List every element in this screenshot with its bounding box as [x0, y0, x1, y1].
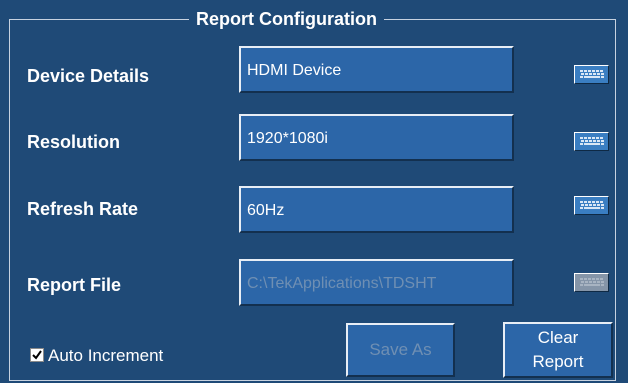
- panel-title: Report Configuration: [189, 6, 384, 32]
- keyboard-icon: [579, 136, 606, 147]
- refresh-rate-keyboard-button[interactable]: [574, 196, 609, 215]
- auto-increment-checkbox[interactable]: [30, 348, 44, 362]
- clear-report-button[interactable]: Clear Report: [503, 322, 613, 378]
- refresh-rate-label: Refresh Rate: [27, 199, 139, 219]
- clear-report-line1: Clear: [537, 328, 579, 347]
- keyboard-icon: [579, 200, 606, 211]
- keyboard-icon: [579, 69, 606, 80]
- refresh-rate-field[interactable]: 60Hz: [239, 186, 514, 233]
- device-details-keyboard-button[interactable]: [574, 65, 609, 84]
- keyboard-icon: [579, 277, 606, 288]
- save-as-button[interactable]: Save As: [346, 323, 455, 377]
- report-file-label: Report File: [27, 275, 122, 295]
- device-details-label: Device Details: [27, 66, 150, 86]
- checkmark-icon: [32, 350, 42, 360]
- resolution-field[interactable]: 1920*1080i: [239, 114, 514, 161]
- clear-report-line2: Report: [532, 352, 584, 371]
- resolution-keyboard-button[interactable]: [574, 132, 609, 151]
- auto-increment-label: Auto Increment: [48, 346, 164, 365]
- report-file-keyboard-button[interactable]: [574, 273, 609, 292]
- resolution-label: Resolution: [27, 132, 120, 152]
- device-details-field[interactable]: HDMI Device: [239, 46, 514, 93]
- report-file-field[interactable]: C:\TekApplications\TDSHT: [239, 259, 514, 306]
